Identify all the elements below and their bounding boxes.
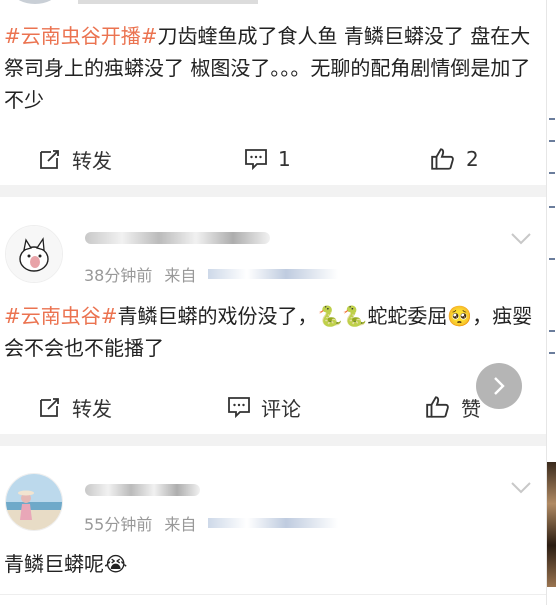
post-source-obscured[interactable] <box>208 518 339 528</box>
separator <box>0 185 546 197</box>
comment-label: 评论 <box>261 396 301 421</box>
post-text: #云南虫谷#青鳞巨蟒的戏份没了，🐍🐍蛇蛇委屈🥺，痋婴会不会也不能播了 <box>4 300 539 364</box>
repost-button[interactable]: 转发 <box>38 393 112 422</box>
repost-label: 转发 <box>72 396 112 421</box>
chevron-down-icon[interactable] <box>510 481 532 495</box>
comment-count: 1 <box>278 147 291 171</box>
action-bar: 转发 1 2 <box>0 133 546 185</box>
avatar[interactable] <box>5 473 63 531</box>
like-button[interactable]: 赞 <box>425 393 481 422</box>
action-bar: 转发 评论 赞 <box>0 381 546 433</box>
post-source-prefix: 来自 <box>164 266 197 285</box>
separator <box>0 434 546 446</box>
repost-label: 转发 <box>72 148 112 173</box>
comment-button[interactable]: 1 <box>244 147 291 171</box>
post-time: 55分钟前 <box>84 515 153 534</box>
chevron-down-icon[interactable] <box>510 232 532 246</box>
like-count: 2 <box>466 147 479 171</box>
adjacent-window-edge <box>546 0 556 605</box>
comment-bubble-icon <box>245 149 267 171</box>
post-text: #云南虫谷开播#刀齿蝰鱼成了食人鱼 青鳞巨蟒没了 盘在大祭司身上的痋蟒没了 椒图… <box>4 20 539 116</box>
post-meta: 38分钟前 来自 <box>84 262 339 286</box>
username-cutoff <box>78 0 258 4</box>
edit-share-icon <box>40 150 59 169</box>
like-button[interactable]: 2 <box>430 146 479 172</box>
post-source-obscured[interactable] <box>208 269 339 279</box>
thumbs-up-icon <box>431 148 454 170</box>
avatar[interactable] <box>14 0 56 4</box>
post-body: 青鳞巨蟒呢😭 <box>4 552 128 576</box>
topic-link[interactable]: #云南虫谷开播# <box>4 24 158 48</box>
username-obscured[interactable] <box>85 232 270 244</box>
post-meta: 55分钟前 来自 <box>84 511 339 535</box>
weibo-feed: #云南虫谷开播#刀齿蝰鱼成了食人鱼 青鳞巨蟒没了 盘在大祭司身上的痋蟒没了 椒图… <box>0 0 546 605</box>
edit-share-icon <box>40 398 59 417</box>
username-obscured[interactable] <box>85 484 200 496</box>
comment-button[interactable]: 评论 <box>227 393 301 422</box>
thumbs-up-icon <box>426 396 449 418</box>
next-button[interactable] <box>476 363 522 409</box>
repost-button[interactable]: 转发 <box>38 145 112 174</box>
post-source-prefix: 来自 <box>164 515 197 534</box>
divider <box>0 594 546 595</box>
post-time: 38分钟前 <box>84 266 153 285</box>
comment-bubble-icon <box>228 397 250 419</box>
chevron-right-icon <box>494 377 505 395</box>
avatar[interactable] <box>5 225 63 283</box>
post-text: 青鳞巨蟒呢😭 <box>4 548 539 580</box>
topic-link[interactable]: #云南虫谷# <box>4 304 118 328</box>
